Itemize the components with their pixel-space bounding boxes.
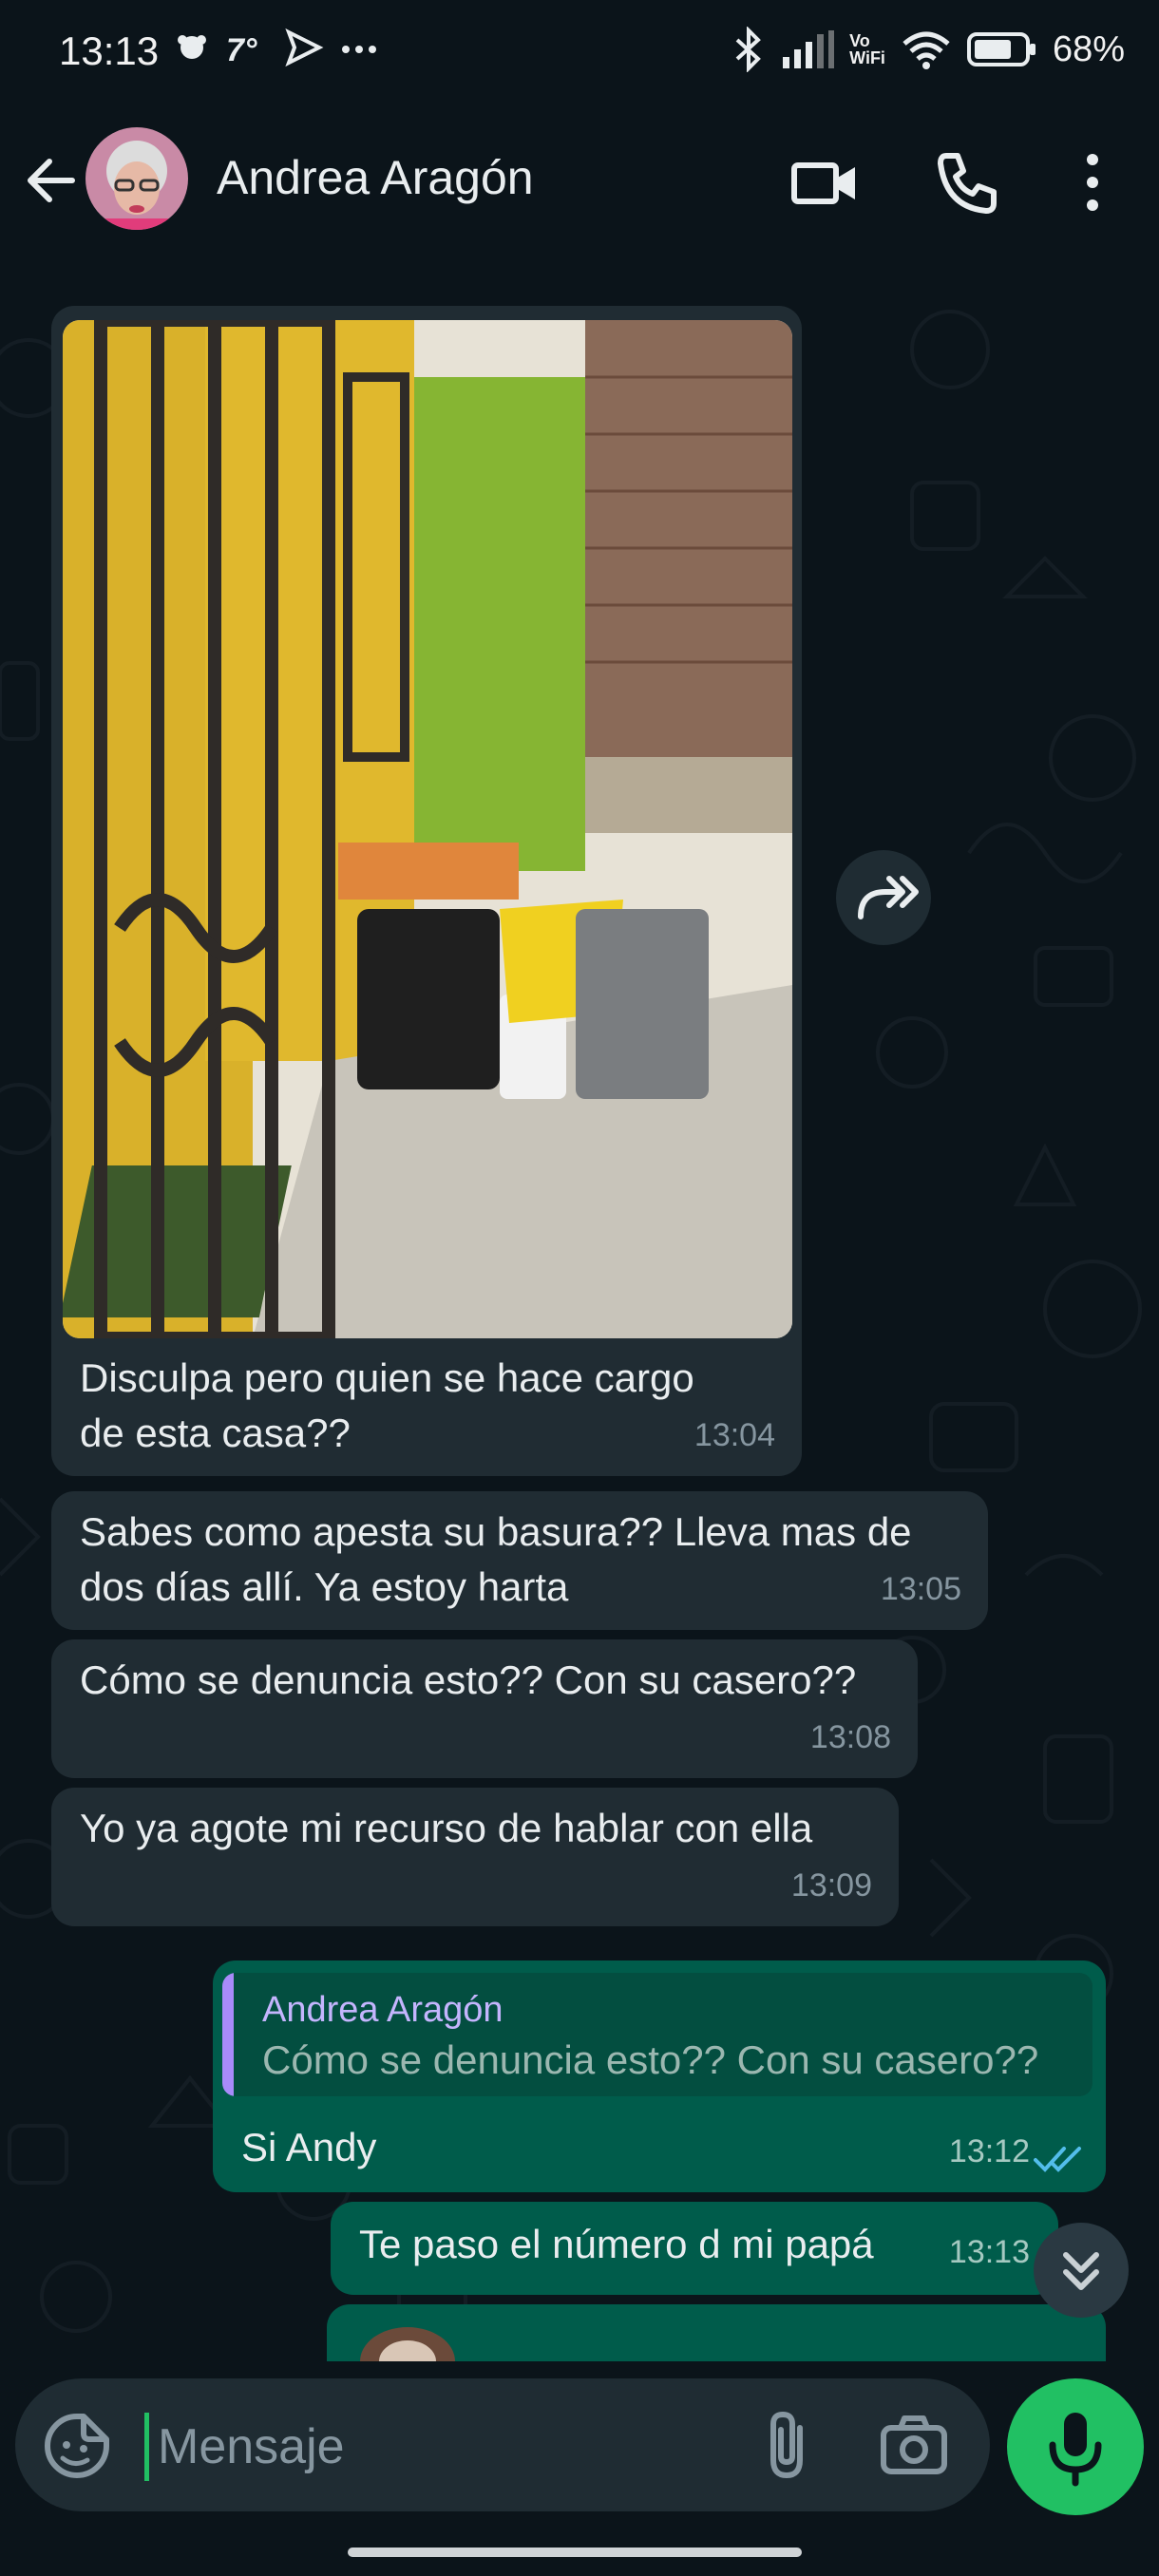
forward-button[interactable] [836,850,931,945]
reply-quote-text: Cómo se denuncia esto?? Con su casero?? [262,2037,1039,2082]
message-text: Te paso el número d mi papá [359,2222,874,2266]
text-caret [144,2413,149,2481]
message-text: Cómo se denuncia esto?? Con su casero?? [80,1657,857,1702]
double-chevron-down-icon [1063,2252,1099,2290]
voice-call-icon[interactable] [929,144,1005,220]
camera-icon[interactable] [876,2407,952,2483]
message-input[interactable]: Mensaje [158,2418,345,2475]
microphone-icon [1049,2413,1102,2487]
battery-percent: 68% [1052,28,1125,69]
message-time: 13:09 [790,1867,872,1904]
message-text: Si Andy [241,2125,377,2169]
message-bubble-incoming[interactable]: Cómo se denuncia esto?? Con su casero?? … [51,1639,918,1778]
sticker-icon[interactable] [42,2411,112,2481]
status-right-icons: Vo WiFi 68% [732,27,1125,72]
cloud-bug-icon [178,35,206,59]
forward-icon [858,876,919,919]
reply-quote-bar [222,1973,234,2096]
message-bubble-incoming[interactable]: Sabes como apesta su basura?? Lleva mas … [51,1491,988,1630]
back-arrow-icon[interactable] [19,142,86,218]
message-text: Yo ya agote mi recurso de hablar con ell… [80,1806,813,1850]
message-text-line: Disculpa pero quien se hace cargo [80,1355,694,1400]
message-time: 13:12 [948,2133,1030,2169]
attach-icon[interactable] [750,2407,826,2483]
wifi-icon [902,31,950,69]
reply-quote[interactable]: Andrea Aragón Cómo se denuncia esto?? Co… [222,1973,1092,2096]
voice-message-button[interactable] [1007,2378,1144,2515]
message-text-line: Sabes como apesta su basura?? Lleva mas … [80,1509,912,1554]
video-call-icon[interactable] [787,144,863,220]
partial-media-thumbnail [360,2327,455,2361]
reply-quote-author: Andrea Aragón [262,1990,504,2030]
message-time: 13:04 [694,1417,775,1453]
message-text-line: dos días allí. Ya estoy harta [80,1564,569,1609]
send-icon [285,28,324,67]
message-time: 13:08 [809,1719,891,1755]
status-notification-icons: 7° [171,27,380,68]
message-input-bar[interactable]: Mensaje [15,2378,990,2511]
scroll-to-bottom-button[interactable] [1034,2223,1129,2318]
battery-icon [966,32,1036,66]
home-indicator[interactable] [348,2548,802,2557]
message-bubble-outgoing-partial[interactable] [327,2304,1106,2361]
bluetooth-icon [735,27,762,72]
read-receipt-icon [1034,2147,1081,2172]
signal-icon [783,30,835,68]
svg-text:7°: 7° [226,32,257,68]
contact-name[interactable]: Andrea Aragón [217,150,534,205]
more-notifications-icon [342,46,376,53]
weather-icon: 7° [226,32,257,68]
message-photo[interactable] [63,320,792,1338]
contact-avatar[interactable] [86,127,188,230]
status-bar: 13:13 7° Vo WiFi 68% [0,0,1159,112]
message-bubble-outgoing[interactable]: Te paso el número d mi papá 13:13 [331,2202,1058,2295]
more-options-icon[interactable] [1054,144,1130,220]
message-time: 13:13 [948,2234,1030,2270]
message-text-line: de esta casa?? [80,1411,351,1455]
message-bubble-incoming[interactable]: Yo ya agote mi recurso de hablar con ell… [51,1788,899,1926]
message-time: 13:05 [880,1571,961,1607]
vowifi-label: Vo WiFi [849,31,885,67]
status-time: 13:13 [59,28,160,73]
